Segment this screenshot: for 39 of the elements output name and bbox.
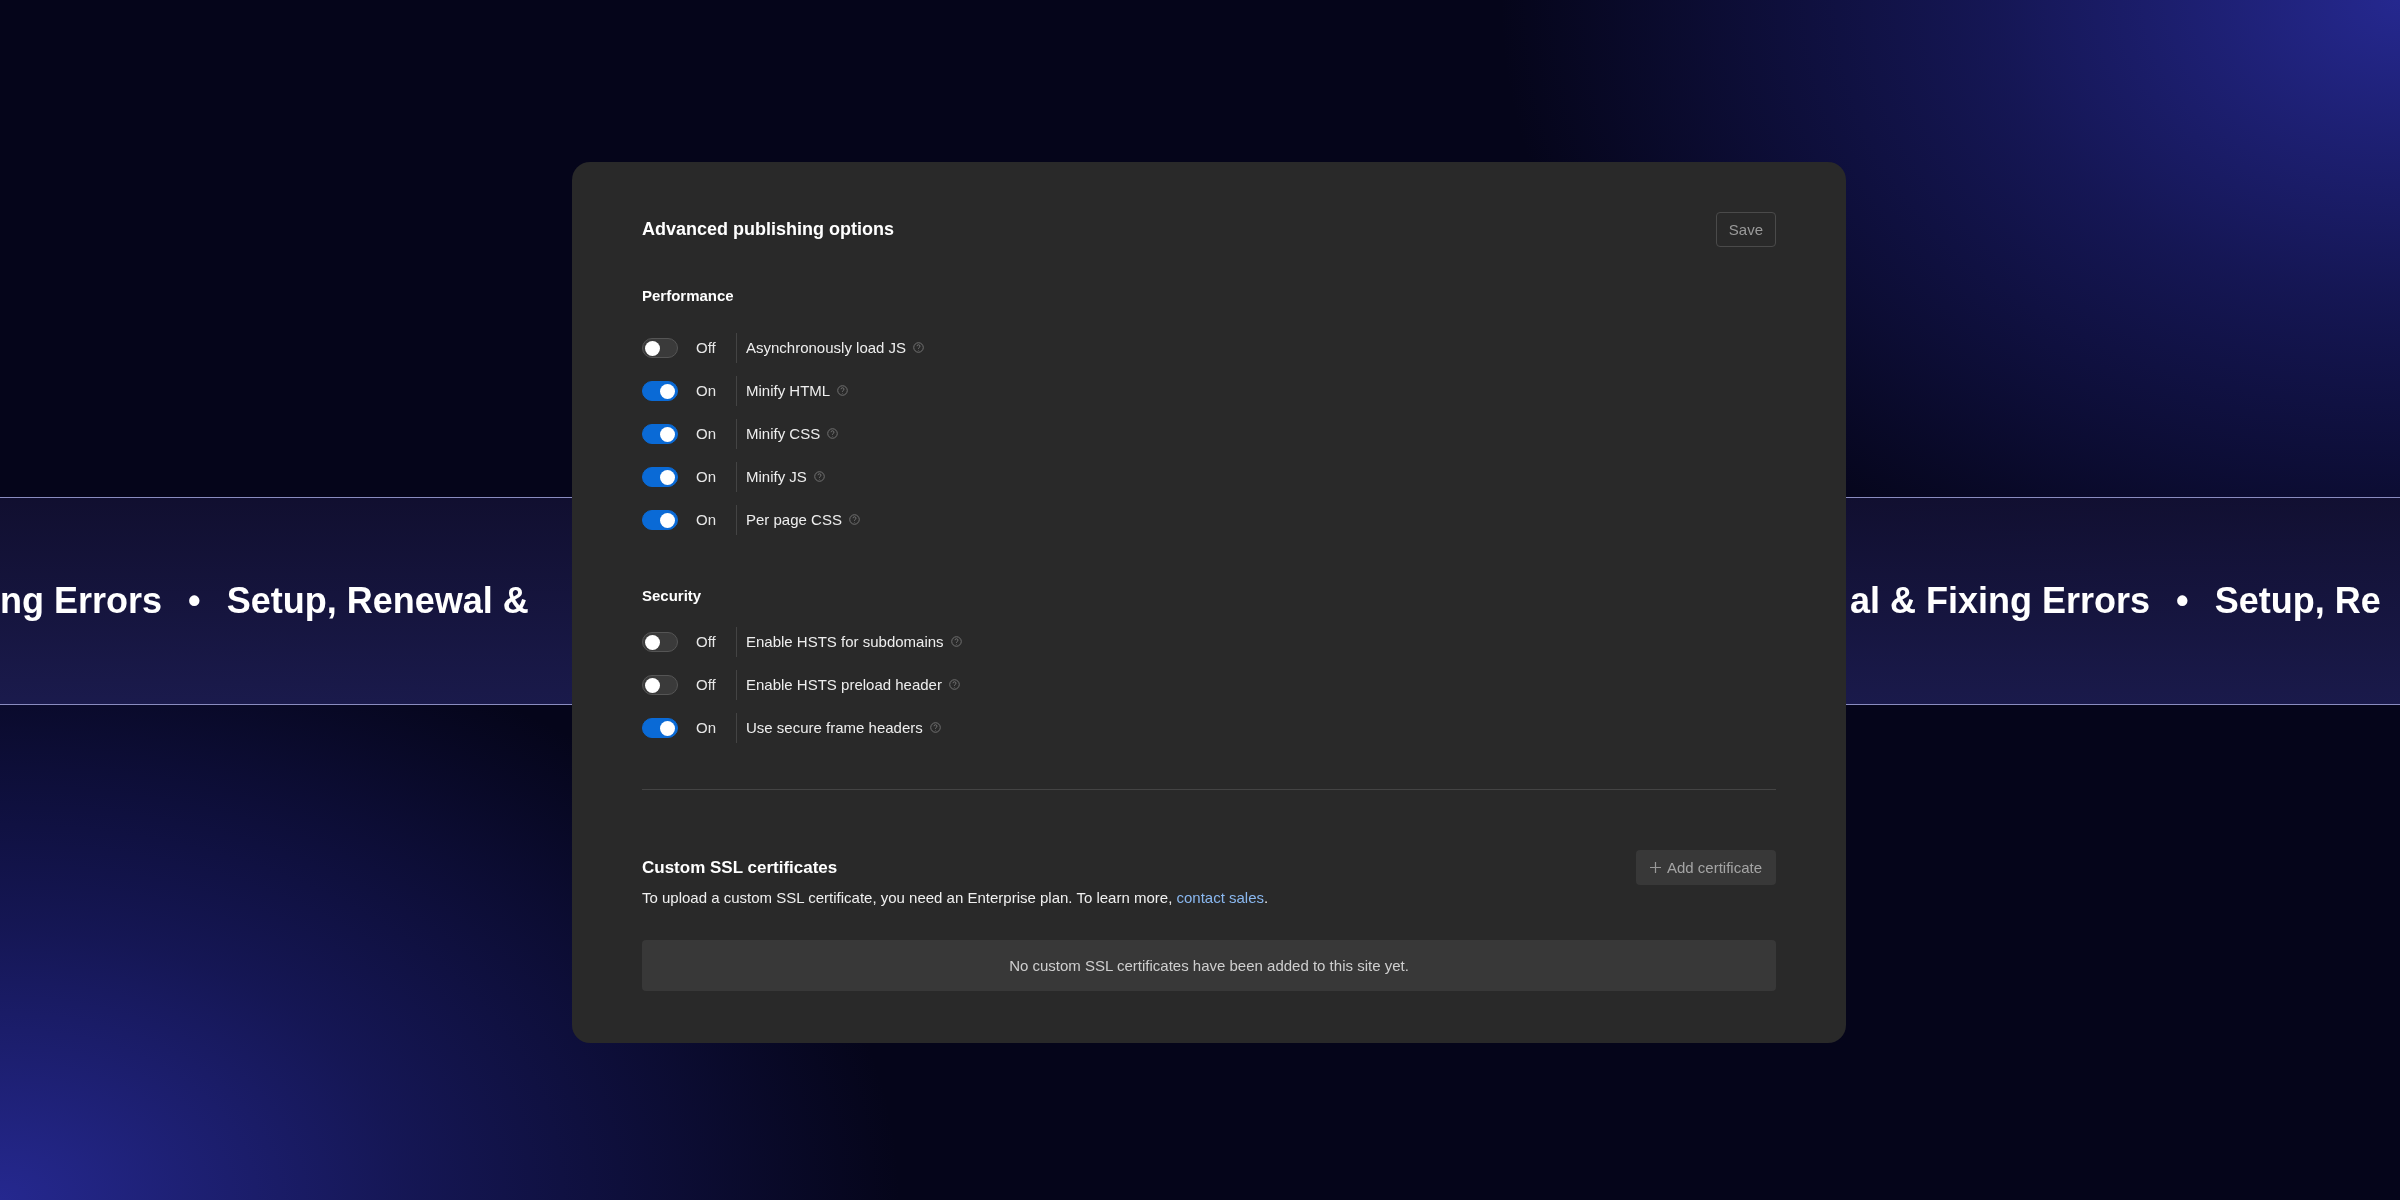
add-certificate-button[interactable]: Add certificate — [1635, 850, 1776, 885]
toggle-state: Off — [696, 339, 717, 356]
toggle-state: On — [696, 382, 717, 399]
banner-text: Setup, Re — [2214, 580, 2381, 622]
toggle-switch[interactable] — [642, 423, 678, 444]
toggle-state: On — [696, 425, 717, 442]
toggle-state: On — [696, 511, 717, 528]
section-heading: Custom SSL certificates — [642, 857, 838, 878]
toggle-switch[interactable] — [642, 466, 678, 487]
option-label: Asynchronously load JS — [746, 339, 907, 356]
toggle-state: Off — [696, 633, 717, 650]
empty-state-message: No custom SSL certificates have been added to this site yet. — [642, 940, 1776, 991]
banner-text: ng Errors — [0, 580, 163, 622]
toggle-switch[interactable] — [642, 337, 678, 358]
ssl-description: To upload a custom SSL certificate, you need an Enterprise plan. To learn more, contact sales. — [642, 889, 1270, 906]
option-label: Enable HSTS preload header — [746, 676, 942, 693]
section-heading: Security — [642, 587, 703, 604]
banner-text: al & Fixing Errors — [1850, 580, 2151, 622]
option-label: Enable HSTS for subdomains — [746, 633, 944, 650]
toggle-switch[interactable] — [642, 380, 678, 401]
toggle-state: Off — [696, 676, 717, 693]
panel-title: Advanced publishing options — [642, 219, 894, 240]
toggle-state: On — [696, 719, 717, 736]
save-button[interactable]: Save — [1715, 212, 1776, 247]
toggle-switch[interactable] — [642, 509, 678, 530]
banner-text: • — [188, 580, 201, 622]
plus-icon — [1649, 862, 1661, 873]
option-label: Minify JS — [746, 468, 807, 485]
toggle-switch[interactable] — [642, 631, 678, 652]
toggle-state: On — [696, 468, 717, 485]
banner-text: • — [2176, 580, 2189, 622]
banner-text: Setup, Renewal & — [226, 580, 529, 622]
section-heading: Performance — [642, 287, 735, 304]
option-label: Minify HTML — [746, 382, 831, 399]
toggle-switch[interactable] — [642, 674, 678, 695]
toggle-switch[interactable] — [642, 717, 678, 738]
option-label: Minify CSS — [746, 425, 821, 442]
option-label: Per page CSS — [746, 511, 842, 528]
option-label: Use secure frame headers — [746, 719, 923, 736]
